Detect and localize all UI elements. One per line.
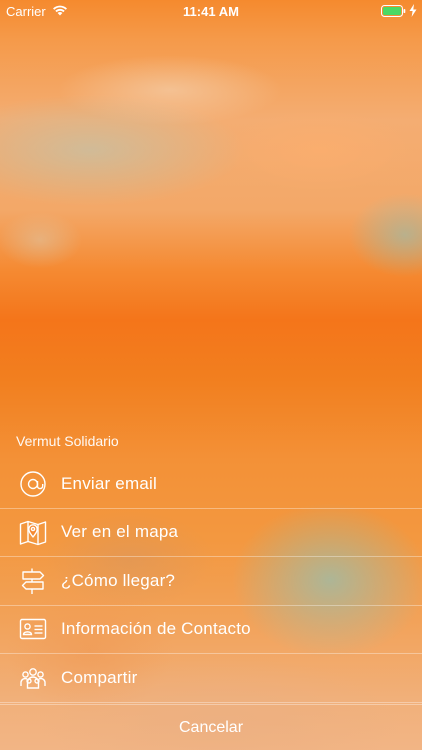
screen: Carrier 11:41 AM Vermut Solidario Enviar… — [0, 0, 422, 750]
contact-info-option[interactable]: Información de Contacto — [0, 606, 422, 654]
charging-bolt-icon — [409, 4, 417, 17]
directions-option[interactable]: ¿Cómo llegar? — [0, 557, 422, 606]
map-pin-icon — [18, 517, 48, 547]
signpost-icon — [18, 566, 48, 596]
view-on-map-label: Ver en el mapa — [61, 522, 179, 542]
cancel-button[interactable]: Cancelar — [0, 704, 422, 750]
view-on-map-option[interactable]: Ver en el mapa — [0, 509, 422, 557]
people-icon — [18, 663, 48, 693]
status-bar: Carrier 11:41 AM — [0, 0, 422, 22]
action-sheet-menu: Enviar email Ver en el mapa ¿Cómo llegar… — [0, 460, 422, 703]
directions-label: ¿Cómo llegar? — [61, 570, 176, 590]
share-label: Compartir — [61, 667, 138, 687]
clock: 11:41 AM — [183, 4, 239, 19]
send-email-option[interactable]: Enviar email — [0, 460, 422, 509]
battery-icon — [381, 5, 406, 17]
action-sheet-title: Vermut Solidario — [16, 433, 119, 449]
at-sign-icon — [18, 469, 48, 499]
contact-card-icon — [18, 614, 48, 644]
share-option[interactable]: Compartir — [0, 654, 422, 703]
contact-info-label: Información de Contacto — [61, 619, 251, 639]
send-email-label: Enviar email — [61, 473, 157, 493]
